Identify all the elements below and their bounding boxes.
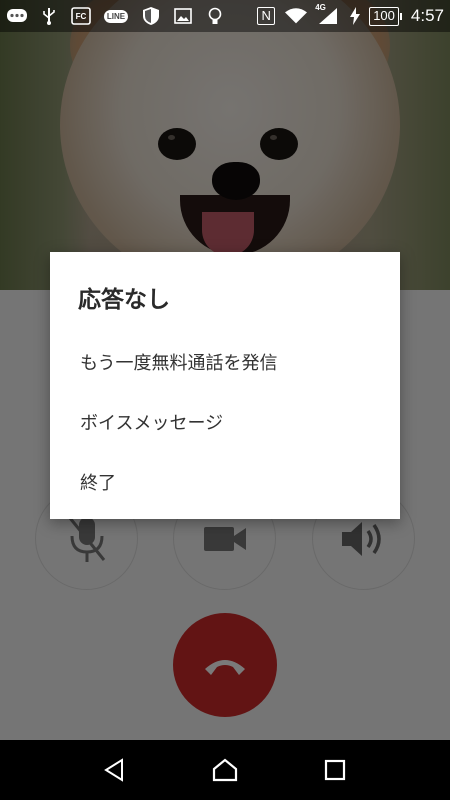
chat-bubble-icon [6, 5, 28, 27]
signal-icon: 4G [315, 3, 341, 27]
fc-icon: FC [70, 5, 92, 27]
wifi-icon [285, 5, 308, 27]
bulb-icon [204, 5, 226, 27]
status-system-icons: N 4G 100 4:57 [255, 3, 444, 27]
status-clock: 4:57 [410, 6, 444, 25]
dialog-title: 応答なし [78, 287, 170, 313]
back-icon [104, 758, 123, 782]
line-icon: LINE [102, 5, 130, 27]
recents-icon [324, 759, 346, 781]
home-icon [212, 758, 238, 782]
back-button[interactable] [95, 750, 135, 790]
status-notification-icons: FC LINE [6, 5, 226, 27]
charging-icon [349, 5, 361, 27]
battery-level: 100 [369, 6, 402, 26]
navigation-bar [0, 740, 450, 800]
voice-message-option[interactable]: ボイスメッセージ [50, 392, 400, 452]
end-option[interactable]: 終了 [50, 452, 400, 512]
recents-button[interactable] [315, 750, 355, 790]
nfc-label: N [257, 7, 276, 25]
status-bar: FC LINE N 4G 100 4:57 [0, 0, 450, 32]
fc-label: FC [75, 12, 87, 21]
home-button[interactable] [205, 750, 245, 790]
network-type-label: 4G [315, 3, 326, 12]
shield-icon [140, 5, 162, 27]
nfc-icon: N [255, 5, 277, 27]
redial-free-call-option[interactable]: もう一度無料通話を発信 [50, 332, 400, 392]
image-icon [172, 5, 194, 27]
line-label: LINE [103, 9, 129, 23]
no-answer-dialog: 応答なし もう一度無料通話を発信 ボイスメッセージ 終了 [50, 252, 400, 519]
usb-icon [38, 5, 60, 27]
